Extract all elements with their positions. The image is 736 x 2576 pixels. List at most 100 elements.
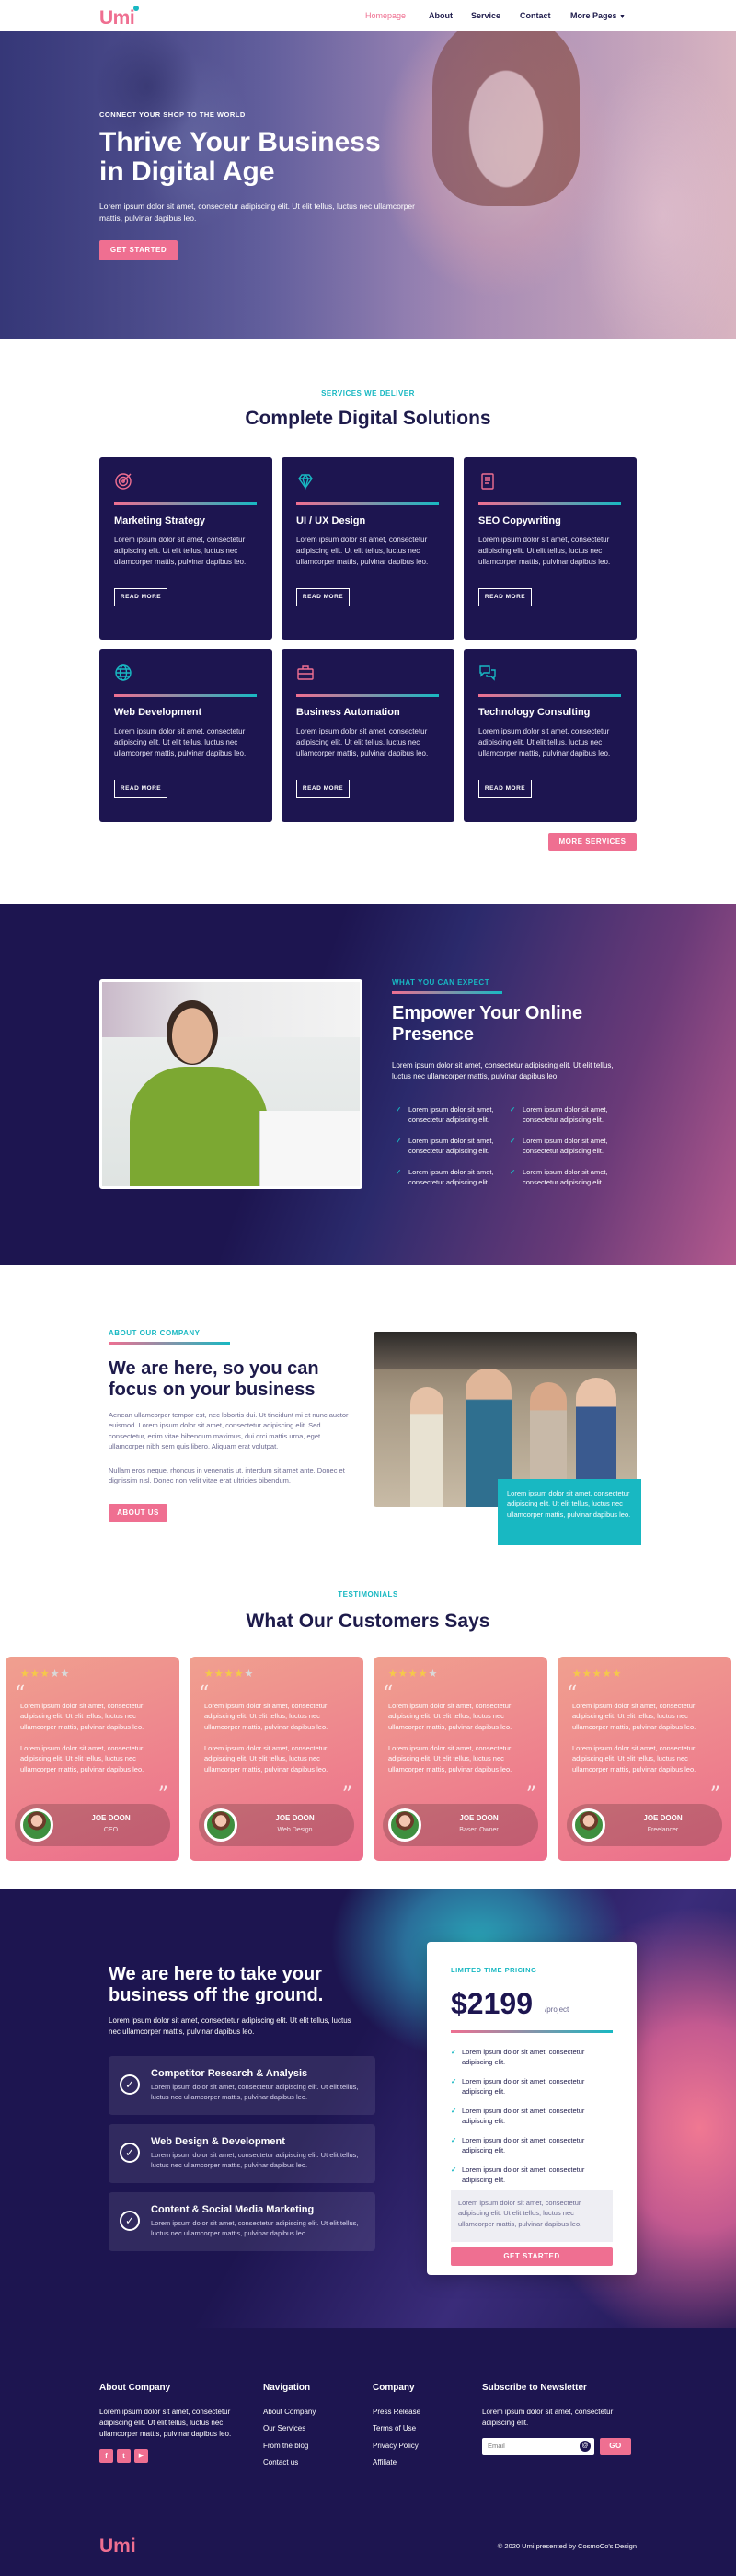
card-rule	[114, 694, 257, 697]
pricing-get-started-button[interactable]: GET STARTED	[451, 2247, 613, 2266]
footer-news-title: Subscribe to Newsletter	[482, 2383, 587, 2393]
services-title: Complete Digital Solutions	[245, 408, 491, 429]
expect-text: Lorem ipsum dolor sit amet, consectetur …	[392, 1061, 614, 1080]
read-more-button[interactable]: READ MORE	[114, 588, 167, 606]
star-rating: ★★★★★	[204, 1669, 255, 1680]
footer-link[interactable]: About Company	[263, 2407, 355, 2418]
service-card-ui-ux: UI / UX Design Lorem ipsum dolor sit ame…	[282, 457, 454, 640]
testimonial-text: Lorem ipsum dolor sit amet, consectetur …	[572, 1744, 696, 1773]
feature-card: ✓ Content & Social Media Marketing Lorem i…	[109, 2192, 375, 2251]
service-card-consulting: Technology Consulting Lorem ipsum dolor …	[464, 649, 637, 822]
list-text: Lorem ipsum dolor sit amet, consectetur …	[523, 1168, 608, 1187]
footer-navigation: Navigation About Company Our Services Fr…	[263, 2382, 355, 2475]
testimonial-text: Lorem ipsum dolor sit amet, consectetur …	[20, 1744, 144, 1773]
photo-person-1	[410, 1387, 443, 1507]
star-rating: ★★★★★	[388, 1669, 439, 1680]
pricing-list-item: ✓ Lorem ipsum dolor sit amet, consectetur…	[451, 2165, 613, 2186]
service-card-marketing: Marketing Strategy Lorem ipsum dolor sit…	[99, 457, 272, 640]
list-text: Lorem ipsum dolor sit amet, consectetur …	[408, 1137, 494, 1156]
diamond-icon	[298, 473, 313, 491]
check-icon: ✓	[451, 2048, 457, 2056]
more-services-button[interactable]: MORE SERVICES	[548, 833, 637, 851]
photo-shelf	[102, 982, 360, 1037]
check-icon: ✓	[451, 2077, 457, 2085]
testimonial-card: ★★★★★ “ Lorem ipsum dolor sit amet, cons…	[374, 1657, 547, 1861]
expect-title-line-1: Empower Your Online	[392, 1003, 583, 1023]
logo[interactable]: Umi	[99, 5, 135, 32]
author-name: JOE DOON	[91, 1814, 131, 1822]
footer-link[interactable]: Affiliate	[373, 2457, 465, 2468]
read-more-button[interactable]: READ MORE	[478, 588, 532, 606]
briefcase-icon	[297, 665, 314, 680]
pricing-text: Lorem ipsum dolor sit amet, consectetur …	[109, 2016, 351, 2036]
nav-item-about[interactable]: About	[429, 10, 453, 22]
globe-icon	[115, 664, 132, 681]
about-us-button[interactable]: ABOUT US	[109, 1504, 167, 1522]
card-rule	[296, 694, 439, 697]
chevron-down-icon: ▼	[619, 14, 626, 20]
footer-link[interactable]: From the blog	[263, 2441, 355, 2452]
about-overlay-text: Lorem ipsum dolor sit amet, consectetur …	[507, 1489, 631, 1519]
footer-link[interactable]: Privacy Policy	[373, 2441, 465, 2452]
footer-link[interactable]: Press Release	[373, 2407, 465, 2418]
nav-item-more-pages[interactable]: More Pages ▼	[570, 10, 626, 22]
price: $2199	[451, 1987, 533, 2020]
top-nav: Umi Homepage About Service Contact More …	[0, 0, 736, 31]
footer-link[interactable]: Contact us	[263, 2457, 355, 2468]
testimonials-title: What Our Customers Says	[246, 1611, 490, 1632]
read-more-button[interactable]: READ MORE	[478, 780, 532, 798]
twitter-icon[interactable]: t	[117, 2448, 131, 2463]
nav-item-service[interactable]: Service	[471, 10, 500, 22]
hero-title-line-1: Thrive Your Business	[99, 127, 381, 157]
testimonials-eyebrow: TESTIMONIALS	[338, 1590, 398, 1599]
nav-item-homepage[interactable]: Homepage	[365, 10, 406, 22]
read-more-button[interactable]: READ MORE	[114, 780, 167, 798]
nav-item-contact[interactable]: Contact	[520, 10, 551, 22]
expect-list-item: ✓ Lorem ipsum dolor sit amet, consectetur…	[396, 1136, 506, 1157]
pricing-list-item: ✓ Lorem ipsum dolor sit amet, consectetur…	[451, 2106, 613, 2127]
card-title: Web Development	[114, 707, 202, 718]
testimonial-text: Lorem ipsum dolor sit amet, consectetur …	[572, 1702, 696, 1731]
feature-title: Web Design & Development	[151, 2136, 285, 2147]
read-more-button[interactable]: READ MORE	[296, 780, 350, 798]
pricing-title-line-1: We are here to take your	[109, 1964, 322, 1984]
read-more-button[interactable]: READ MORE	[296, 588, 350, 606]
card-title: Marketing Strategy	[114, 515, 206, 526]
card-text: Lorem ipsum dolor sit amet, consectetur …	[296, 536, 429, 566]
services-eyebrow: SERVICES WE DELIVER	[321, 389, 415, 398]
price-unit: /project	[545, 2005, 569, 2014]
youtube-icon[interactable]: ▶	[134, 2448, 148, 2463]
footer-company-title: Company	[373, 2383, 415, 2393]
subscribe-button[interactable]: GO	[600, 2437, 631, 2455]
email-field[interactable]	[482, 2437, 578, 2455]
email-icon: @	[580, 2440, 591, 2452]
hero-title: Thrive Your Business in Digital Age	[99, 128, 381, 186]
newsletter-form: @ GO	[482, 2437, 638, 2455]
list-text: Lorem ipsum dolor sit amet, consectetur …	[523, 1137, 608, 1156]
author-pill: JOE DOON Freelancer	[567, 1804, 722, 1846]
footer-about: About Company Lorem ipsum dolor sit amet…	[99, 2382, 247, 2463]
quote-close-icon: ”	[709, 1784, 720, 1807]
hero: CONNECT YOUR SHOP TO THE WORLD Thrive Yo…	[0, 31, 736, 339]
author-pill: JOE DOON Basen Owner	[383, 1804, 538, 1846]
get-started-button[interactable]: GET STARTED	[99, 240, 178, 260]
footer-logo[interactable]: Umi	[99, 2533, 136, 2560]
nav-more-label: More Pages	[570, 11, 617, 20]
footer-link[interactable]: Terms of Use	[373, 2423, 465, 2434]
about-title-line-1: We are here, so you can	[109, 1358, 319, 1379]
author-role: Basen Owner	[459, 1827, 499, 1833]
check-circle-icon: ✓	[120, 2143, 140, 2163]
card-text: Lorem ipsum dolor sit amet, consectetur …	[296, 727, 429, 757]
card-title: SEO Copywriting	[478, 515, 561, 526]
testimonial-text: Lorem ipsum dolor sit amet, consectetur …	[388, 1702, 512, 1731]
footer-link[interactable]: Our Services	[263, 2423, 355, 2434]
facebook-icon[interactable]: f	[99, 2448, 113, 2463]
card-text: Lorem ipsum dolor sit amet, consectetur …	[478, 727, 611, 757]
expect-list-item: ✓ Lorem ipsum dolor sit amet, consectetur…	[510, 1104, 620, 1126]
check-circle-icon: ✓	[120, 2211, 140, 2231]
feature-text: Lorem ipsum dolor sit amet, consectetur …	[151, 2151, 359, 2170]
target-icon	[115, 473, 132, 490]
card-title: Business Automation	[296, 707, 400, 718]
list-text: Lorem ipsum dolor sit amet, consectetur …	[523, 1105, 608, 1125]
check-icon: ✓	[510, 1137, 516, 1145]
